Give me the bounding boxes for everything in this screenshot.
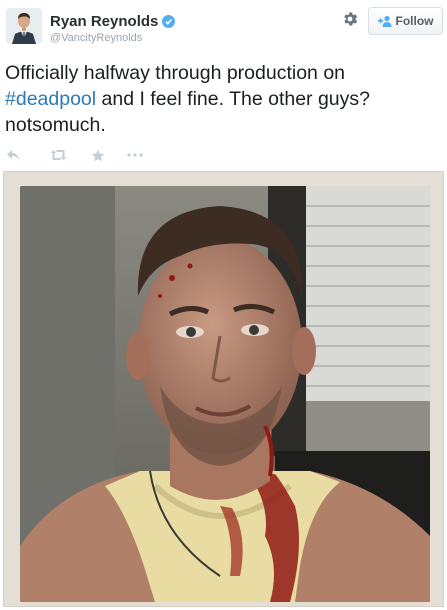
follow-label: Follow [395, 14, 434, 28]
tweet-header: Ryan Reynolds @VancityReynolds Follow [0, 0, 447, 52]
avatar[interactable] [6, 8, 42, 44]
add-user-icon [377, 15, 391, 27]
favorite-icon[interactable] [91, 149, 105, 162]
reply-icon[interactable] [6, 149, 20, 161]
tweet-photo[interactable] [20, 186, 430, 602]
verified-badge-icon [162, 15, 176, 28]
tweet-text-before: Officially halfway through production on [5, 62, 346, 84]
tweet-actions [6, 147, 161, 163]
gear-icon[interactable] [341, 10, 359, 28]
user-handle[interactable]: @VancityReynolds [50, 32, 142, 44]
tweet-text: Officially halfway through production on… [5, 60, 425, 138]
more-icon[interactable] [127, 153, 143, 157]
follow-button[interactable]: Follow [368, 7, 443, 35]
retweet-icon[interactable] [50, 149, 67, 161]
hashtag-link[interactable]: #deadpool [5, 88, 96, 110]
photo-frame [3, 171, 444, 607]
name-row: Ryan Reynolds [50, 13, 176, 30]
user-name[interactable]: Ryan Reynolds [50, 13, 158, 30]
